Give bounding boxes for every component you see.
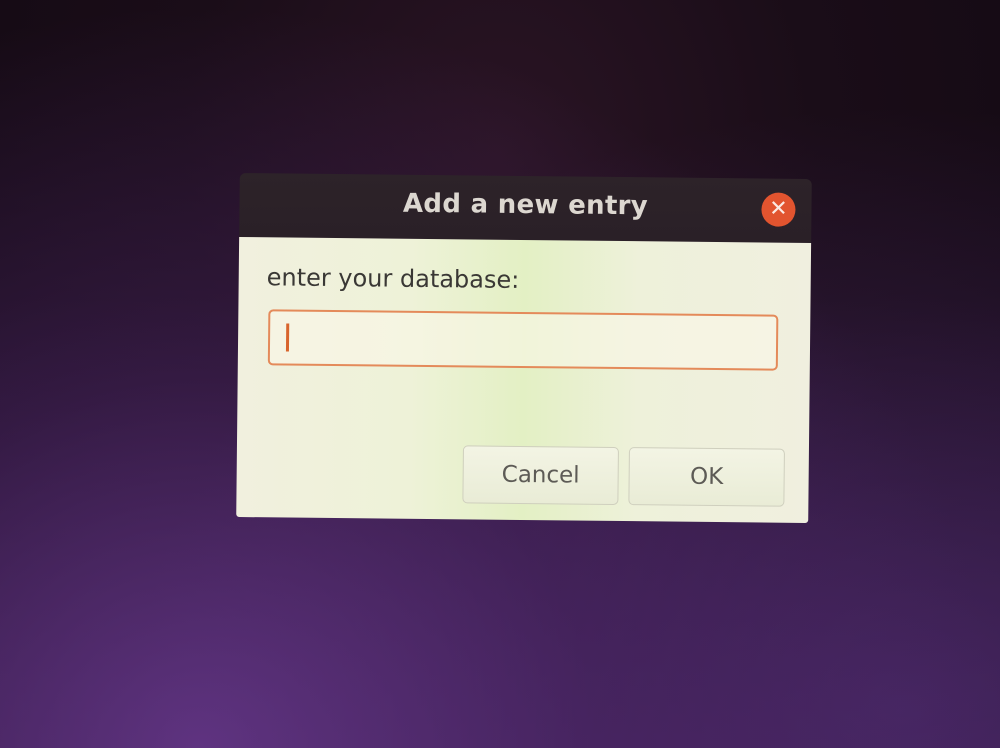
dialog-content: enter your database: Cancel OK — [236, 237, 812, 523]
cancel-button[interactable]: Cancel — [462, 445, 619, 505]
ok-button[interactable]: OK — [628, 447, 785, 507]
close-button[interactable]: ✕ — [761, 192, 796, 227]
dialog-titlebar[interactable]: Add a new entry ✕ — [239, 173, 812, 244]
add-entry-dialog: Add a new entry ✕ enter your database: C… — [236, 173, 812, 523]
database-input[interactable] — [267, 309, 779, 371]
dialog-title: Add a new entry — [402, 188, 649, 222]
close-icon: ✕ — [769, 196, 788, 222]
text-cursor — [285, 323, 290, 352]
database-prompt-label: enter your database: — [266, 263, 520, 294]
